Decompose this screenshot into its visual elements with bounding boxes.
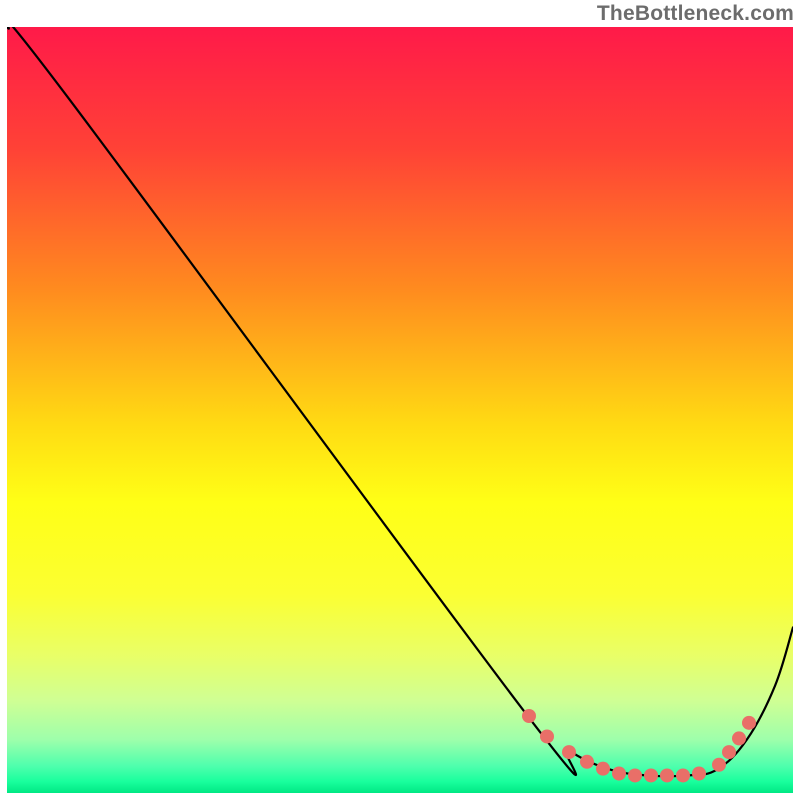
curve-marker [580,755,594,769]
curve-marker [676,768,690,782]
watermark-text: TheBottleneck.com [597,2,794,26]
curve-marker [644,768,658,782]
gradient-background [7,27,793,793]
curve-marker [712,758,726,772]
curve-marker [722,745,736,759]
curve-marker [742,716,756,730]
curve-marker [628,768,642,782]
curve-marker [540,729,554,743]
bottleneck-chart [0,0,800,800]
curve-marker [522,709,536,723]
curve-marker [732,731,746,745]
curve-marker [692,767,706,781]
curve-marker [562,745,576,759]
chart-stage: TheBottleneck.com [0,0,800,800]
curve-marker [612,767,626,781]
curve-marker [596,762,610,776]
curve-marker [660,768,674,782]
